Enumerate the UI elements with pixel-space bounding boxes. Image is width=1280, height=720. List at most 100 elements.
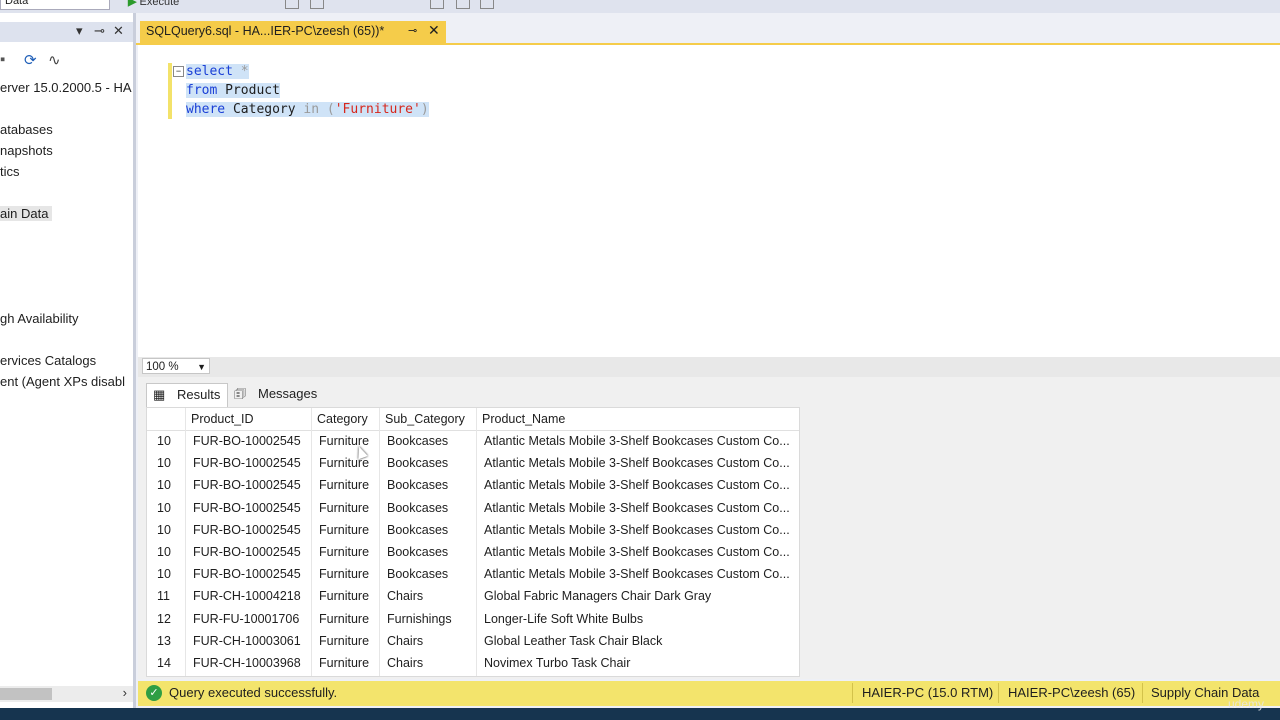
dropdown-icon[interactable]: ▾ — [76, 23, 83, 39]
cell-category[interactable]: Furniture — [319, 656, 379, 670]
cell-product-id[interactable]: FUR-BO-10002545 — [193, 523, 309, 537]
collapse-icon[interactable]: − — [173, 66, 184, 77]
toolbar-icon[interactable] — [456, 0, 470, 9]
database-dropdown[interactable]: Data — [0, 0, 110, 10]
row-number[interactable]: 10 — [157, 567, 183, 581]
pin-icon[interactable]: ⊸ — [408, 24, 417, 37]
tree-item-statistics[interactable]: tics — [0, 164, 20, 179]
filter-icon[interactable]: ▪ — [0, 51, 5, 68]
cell-product-id[interactable]: FUR-CH-10003061 — [193, 634, 309, 648]
cell-product-name[interactable]: Atlantic Metals Mobile 3-Shelf Bookcases… — [484, 501, 790, 515]
code-line-3[interactable]: where Category in ('Furniture') — [186, 100, 429, 119]
tab-results[interactable]: ▦ Results — [146, 383, 228, 408]
cell-product-name[interactable]: Atlantic Metals Mobile 3-Shelf Bookcases… — [484, 434, 790, 448]
cell-category[interactable]: Furniture — [319, 501, 379, 515]
tree-item-supply-chain-data[interactable]: ain Data — [0, 206, 53, 221]
cell-product-name[interactable]: Atlantic Metals Mobile 3-Shelf Bookcases… — [484, 523, 790, 537]
cell-product-name[interactable]: Atlantic Metals Mobile 3-Shelf Bookcases… — [484, 545, 790, 559]
cell-sub-category[interactable]: Bookcases — [387, 567, 475, 581]
row-number[interactable]: 10 — [157, 501, 183, 515]
cell-sub-category[interactable]: Chairs — [387, 589, 475, 603]
code-token: Product — [217, 83, 280, 98]
tree-item-databases[interactable]: atabases — [0, 122, 53, 137]
cell-product-id[interactable]: FUR-FU-10001706 — [193, 612, 309, 626]
row-number[interactable]: 10 — [157, 523, 183, 537]
tab-sqlquery6[interactable]: SQLQuery6.sql - HA...IER-PC\zeesh (65))*… — [140, 21, 446, 43]
cell-product-id[interactable]: FUR-BO-10002545 — [193, 567, 309, 581]
row-number[interactable]: 10 — [157, 478, 183, 492]
code-line-2[interactable]: from Product — [186, 81, 280, 100]
cell-product-name[interactable]: Global Leather Task Chair Black — [484, 634, 790, 648]
toolbar-icon[interactable] — [430, 0, 444, 9]
tree-item-snapshots[interactable]: napshots — [0, 143, 53, 158]
pin-icon[interactable]: ⊸ — [94, 23, 105, 39]
change-marker — [168, 63, 172, 119]
cell-product-name[interactable]: Global Fabric Managers Chair Dark Gray — [484, 589, 790, 603]
toolbar-icon[interactable] — [285, 0, 299, 9]
activity-monitor-icon[interactable]: ∿ — [48, 51, 61, 69]
cell-sub-category[interactable]: Bookcases — [387, 456, 475, 470]
cell-sub-category[interactable]: Furnishings — [387, 612, 475, 626]
query-editor[interactable] — [138, 45, 1280, 357]
cell-product-id[interactable]: FUR-CH-10003968 — [193, 656, 309, 670]
cell-product-name[interactable]: Atlantic Metals Mobile 3-Shelf Bookcases… — [484, 478, 790, 492]
code-line-1[interactable]: select * — [186, 62, 249, 81]
toolbar-icon[interactable] — [310, 0, 324, 9]
tree-item-high-availability[interactable]: gh Availability — [0, 311, 79, 326]
cell-product-id[interactable]: FUR-CH-10004218 — [193, 589, 309, 603]
row-number[interactable]: 11 — [157, 589, 183, 603]
tree-item-server[interactable]: erver 15.0.2000.5 - HA — [0, 80, 132, 95]
refresh-icon[interactable]: ⟳ — [24, 51, 37, 69]
results-grid[interactable]: Product_ID Category Sub_Category Product… — [146, 407, 800, 677]
cell-sub-category[interactable]: Bookcases — [387, 501, 475, 515]
scrollbar-thumb[interactable] — [0, 688, 52, 700]
cell-sub-category[interactable]: Bookcases — [387, 523, 475, 537]
cell-category[interactable]: Furniture — [319, 545, 379, 559]
cell-category[interactable]: Furniture — [319, 523, 379, 537]
row-number[interactable]: 14 — [157, 656, 183, 670]
row-number[interactable]: 13 — [157, 634, 183, 648]
tree-item-agent[interactable]: ent (Agent XPs disabl — [0, 374, 125, 389]
cell-category[interactable]: Furniture — [319, 634, 379, 648]
cell-product-id[interactable]: FUR-BO-10002545 — [193, 456, 309, 470]
cell-category[interactable]: Furniture — [319, 434, 379, 448]
code-token: * — [232, 64, 249, 79]
cell-product-id[interactable]: FUR-BO-10002545 — [193, 478, 309, 492]
cell-product-id[interactable]: FUR-BO-10002545 — [193, 545, 309, 559]
cell-product-id[interactable]: FUR-BO-10002545 — [193, 434, 309, 448]
cell-sub-category[interactable]: Chairs — [387, 656, 475, 670]
close-icon[interactable]: ✕ — [113, 23, 124, 39]
cell-product-name[interactable]: Atlantic Metals Mobile 3-Shelf Bookcases… — [484, 456, 790, 470]
tab-label: Messages — [258, 386, 318, 401]
cell-sub-category[interactable]: Chairs — [387, 634, 475, 648]
cell-category[interactable]: Furniture — [319, 589, 379, 603]
row-number[interactable]: 10 — [157, 456, 183, 470]
cell-product-name[interactable]: Longer-Life Soft White Bulbs — [484, 612, 790, 626]
explorer-scrollbar[interactable]: › — [0, 685, 133, 702]
toolbar-icon[interactable] — [480, 0, 494, 9]
column-header-product-name[interactable]: Product_Name — [482, 412, 565, 426]
tab-messages[interactable]: 🗊 Messages — [228, 383, 320, 407]
cell-category[interactable]: Furniture — [319, 567, 379, 581]
column-header-category[interactable]: Category — [317, 412, 368, 426]
zoom-dropdown[interactable]: 100 % ▼ — [142, 358, 210, 374]
row-number[interactable]: 10 — [157, 434, 183, 448]
scroll-right-icon[interactable]: › — [123, 685, 127, 700]
cell-sub-category[interactable]: Bookcases — [387, 434, 475, 448]
tree-item-services-catalogs[interactable]: ervices Catalogs — [0, 353, 96, 368]
cell-sub-category[interactable]: Bookcases — [387, 545, 475, 559]
column-header-sub-category[interactable]: Sub_Category — [385, 412, 465, 426]
code-token: Category — [225, 102, 304, 117]
cell-category[interactable]: Furniture — [319, 612, 379, 626]
row-number[interactable]: 10 — [157, 545, 183, 559]
cell-product-name[interactable]: Atlantic Metals Mobile 3-Shelf Bookcases… — [484, 567, 790, 581]
cell-product-name[interactable]: Novimex Turbo Task Chair — [484, 656, 790, 670]
row-number[interactable]: 12 — [157, 612, 183, 626]
execute-button[interactable]: ▶ Execute — [128, 0, 179, 8]
column-header-product-id[interactable]: Product_ID — [191, 412, 254, 426]
cell-product-id[interactable]: FUR-BO-10002545 — [193, 501, 309, 515]
cell-category[interactable]: Furniture — [319, 456, 379, 470]
cell-category[interactable]: Furniture — [319, 478, 379, 492]
cell-sub-category[interactable]: Bookcases — [387, 478, 475, 492]
close-tab-icon[interactable]: ✕ — [428, 22, 440, 39]
